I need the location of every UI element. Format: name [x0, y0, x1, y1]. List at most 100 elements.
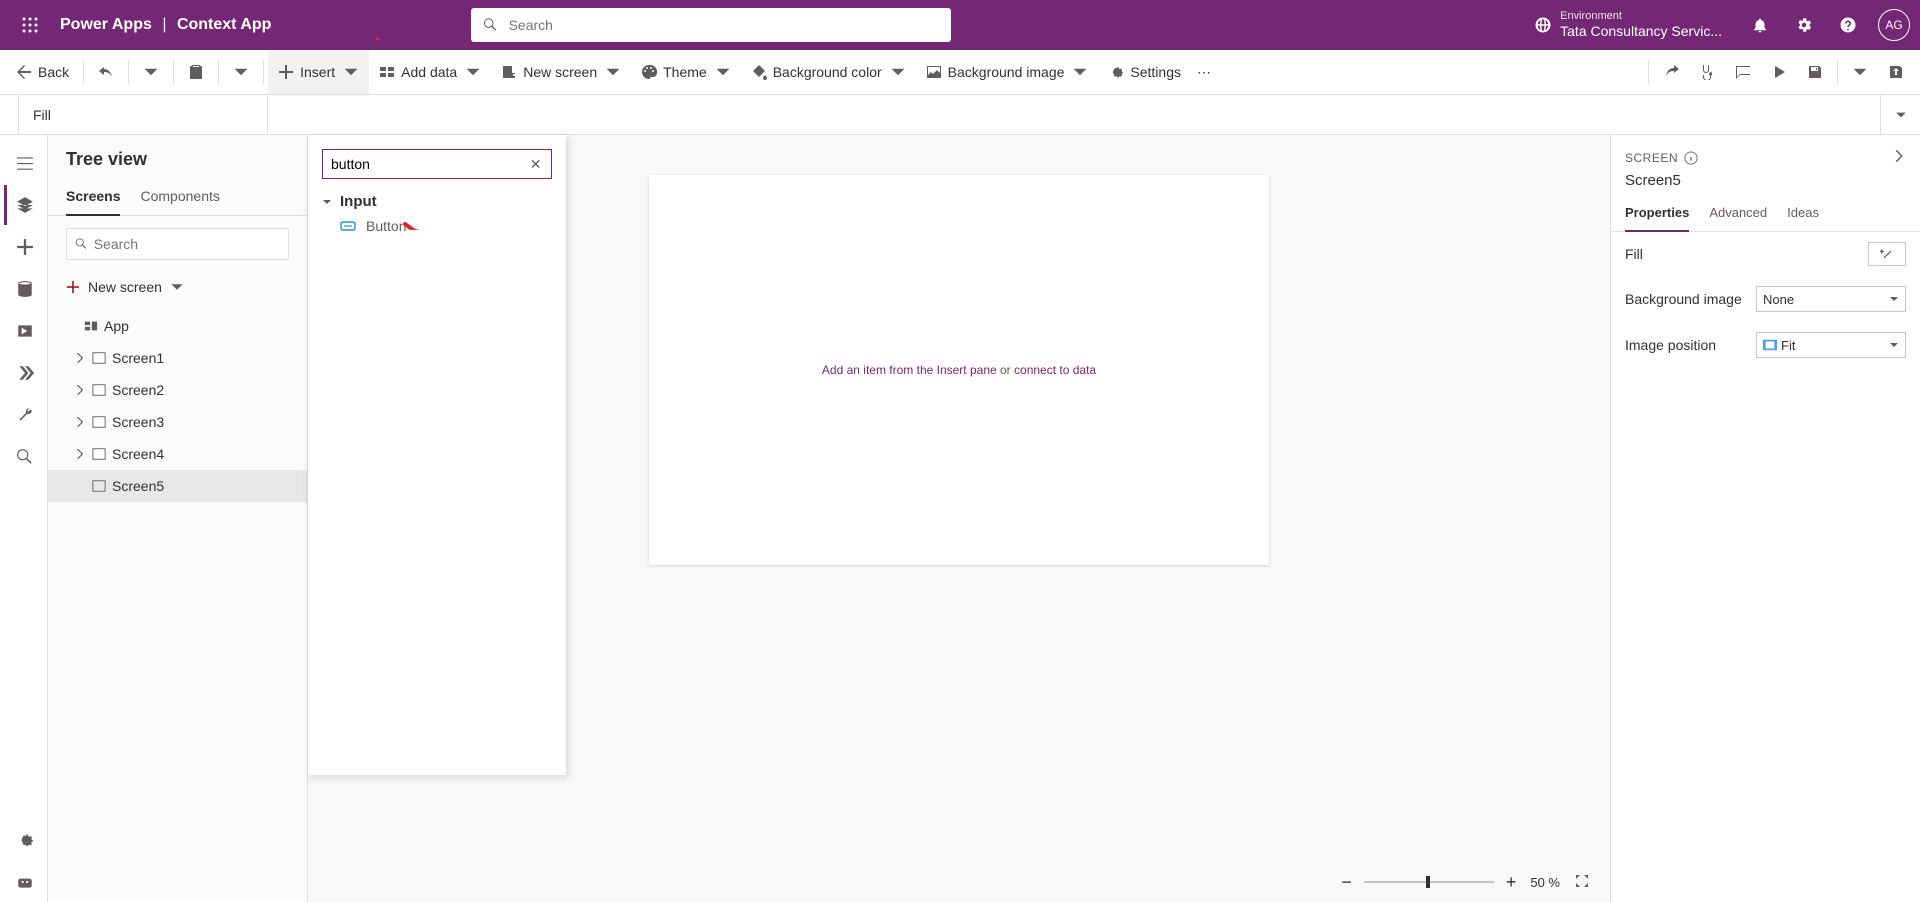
add-data-button[interactable]: Add data: [369, 50, 491, 94]
insert-label: Insert: [300, 64, 335, 80]
preview-button[interactable]: [1761, 64, 1797, 80]
formula-expand[interactable]: [1880, 95, 1920, 134]
tree-new-screen[interactable]: New screen: [66, 272, 289, 302]
checker-button[interactable]: [1689, 64, 1725, 80]
zoom-slider[interactable]: [1364, 881, 1494, 883]
waffle-icon[interactable]: [10, 5, 50, 45]
chevron-down-icon: [890, 64, 906, 80]
share-button[interactable]: [1653, 64, 1689, 80]
insert-group-input[interactable]: Input: [322, 193, 552, 210]
annotation-mark: [402, 214, 418, 230]
selected-screen-name: Screen5: [1611, 172, 1920, 199]
tree-search[interactable]: [66, 228, 289, 260]
rail-search[interactable]: [4, 437, 44, 477]
rail-flows[interactable]: [4, 353, 44, 393]
publish-button[interactable]: [1878, 64, 1914, 80]
rail-tree[interactable]: [4, 185, 44, 225]
more-button[interactable]: ⋯: [1191, 50, 1217, 94]
tab-components[interactable]: Components: [140, 182, 219, 215]
tree-item-app[interactable]: App: [48, 310, 307, 342]
zoom-in-button[interactable]: +: [1506, 872, 1517, 893]
canvas-footer: − + 50 %: [308, 862, 1610, 902]
tree-item-screen5[interactable]: Screen5: [48, 470, 307, 502]
save-button[interactable]: [1797, 64, 1833, 80]
global-search-input[interactable]: [509, 17, 940, 33]
new-screen-label: New screen: [523, 64, 597, 80]
tree-title: Tree view: [48, 149, 307, 182]
user-avatar[interactable]: AG: [1878, 9, 1910, 41]
info-icon[interactable]: [1684, 151, 1698, 165]
rail-tools[interactable]: [4, 395, 44, 435]
insert-button[interactable]: Insert: [268, 50, 369, 94]
save-more[interactable]: [1842, 64, 1878, 80]
undo-button[interactable]: [88, 50, 124, 94]
bg-color-button[interactable]: Background color: [741, 50, 916, 94]
notifications-icon[interactable]: [1740, 5, 1780, 45]
rail-insert[interactable]: [4, 227, 44, 267]
theme-button[interactable]: Theme: [631, 50, 741, 94]
fill-color-picker[interactable]: [1868, 242, 1906, 266]
back-button[interactable]: Back: [6, 50, 79, 94]
undo-more[interactable]: [133, 50, 169, 94]
bg-image-button[interactable]: Background image: [916, 50, 1099, 94]
insert-popup: ✕ Input Button: [308, 135, 566, 775]
tree-item-screen2[interactable]: Screen2: [48, 374, 307, 406]
rail-data[interactable]: [4, 269, 44, 309]
fit-screen-button[interactable]: [1574, 873, 1590, 892]
hint-data-link[interactable]: connect to data: [1014, 363, 1096, 377]
prop-bg-image: Background image None: [1611, 276, 1920, 322]
tab-screens[interactable]: Screens: [66, 182, 120, 216]
image-position-select[interactable]: Fit: [1756, 332, 1906, 358]
comments-button[interactable]: [1725, 64, 1761, 80]
tab-properties[interactable]: Properties: [1625, 199, 1689, 232]
clear-search-icon[interactable]: ✕: [528, 156, 543, 172]
screen-canvas[interactable]: Add an item from the Insert pane or conn…: [649, 175, 1269, 565]
hint-insert-link[interactable]: Add an item from the Insert pane: [822, 363, 997, 377]
screen-icon: [92, 383, 106, 397]
tree-item-label: Screen5: [112, 478, 164, 494]
app-title: Power Apps | Context App: [60, 16, 271, 34]
hamburger-icon: [16, 154, 34, 172]
global-search[interactable]: [471, 8, 951, 42]
new-screen-button[interactable]: New screen: [491, 50, 631, 94]
zoom-value: 50 %: [1530, 875, 1560, 890]
paste-button[interactable]: [178, 50, 214, 94]
tree-item-screen1[interactable]: Screen1: [48, 342, 307, 374]
fit-icon: [1763, 339, 1777, 351]
media-icon: [16, 322, 34, 340]
paste-more[interactable]: [223, 50, 259, 94]
formula-input[interactable]: [268, 95, 1880, 134]
insert-search-input[interactable]: [331, 156, 528, 172]
tree-item-label: Screen3: [112, 414, 164, 430]
tree-item-screen4[interactable]: Screen4: [48, 438, 307, 470]
tree-item-screen3[interactable]: Screen3: [48, 406, 307, 438]
insert-item-button[interactable]: Button: [322, 210, 552, 242]
tree-search-input[interactable]: [94, 236, 280, 252]
bg-image-select[interactable]: None: [1756, 286, 1906, 312]
environment-picker[interactable]: Environment Tata Consultancy Servic...: [1534, 10, 1722, 40]
insert-item-label: Button: [366, 218, 406, 234]
theme-label: Theme: [663, 64, 707, 80]
property-selector[interactable]: Fill: [18, 95, 268, 134]
environment-label: Environment: [1560, 10, 1722, 23]
rail-hamburger[interactable]: [4, 143, 44, 183]
panel-collapse[interactable]: [1892, 149, 1906, 166]
settings-button[interactable]: Settings: [1098, 50, 1191, 94]
rail-media[interactable]: [4, 311, 44, 351]
help-icon[interactable]: [1828, 5, 1868, 45]
command-right: [1644, 60, 1914, 84]
tab-advanced[interactable]: Advanced: [1709, 199, 1767, 231]
tab-ideas[interactable]: Ideas: [1787, 199, 1819, 231]
chevron-down-icon: [1889, 294, 1899, 304]
chevron-down-icon: [605, 64, 621, 80]
settings-gear-icon[interactable]: [1784, 5, 1824, 45]
bot-icon: [16, 873, 34, 891]
rail-bot[interactable]: [4, 862, 44, 902]
flow-icon: [16, 364, 34, 382]
add-data-label: Add data: [401, 64, 457, 80]
insert-search[interactable]: ✕: [322, 149, 552, 179]
rail-settings[interactable]: [4, 820, 44, 860]
stethoscope-icon: [1699, 64, 1715, 80]
zoom-out-button[interactable]: −: [1341, 872, 1352, 893]
tree-new-screen-label: New screen: [88, 279, 162, 295]
